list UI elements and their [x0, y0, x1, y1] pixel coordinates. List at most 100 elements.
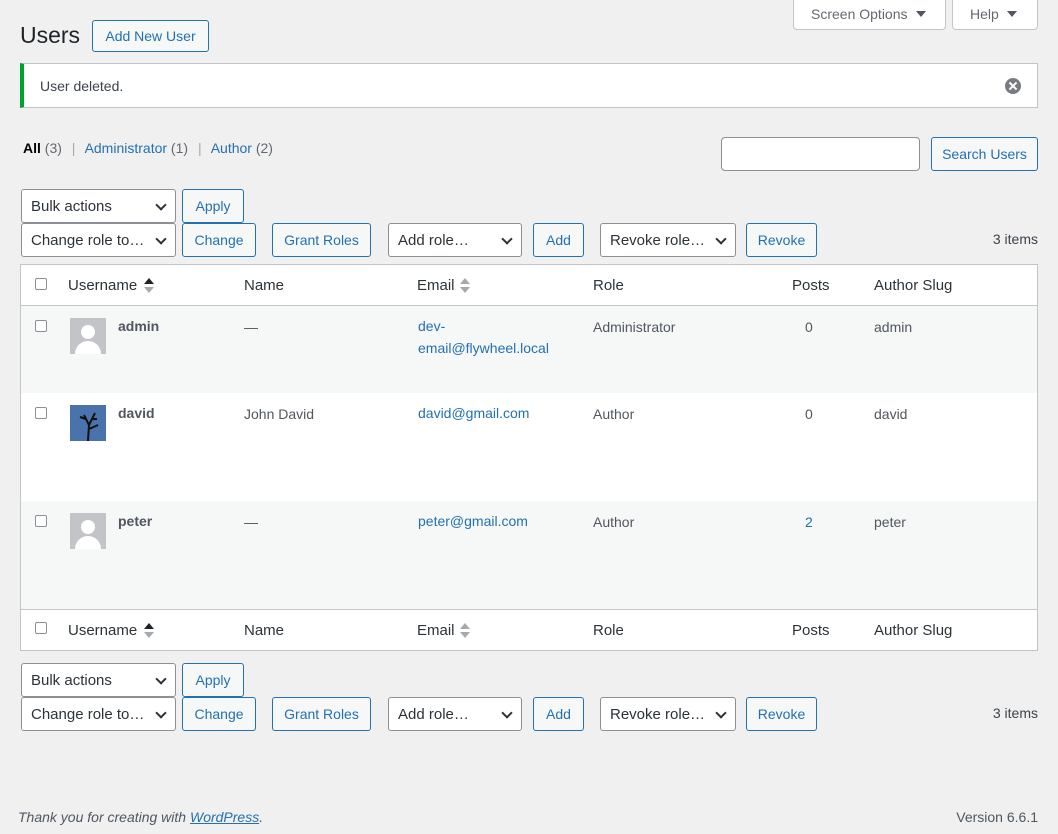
- column-email[interactable]: Email: [417, 277, 455, 294]
- success-notice: User deleted.: [20, 63, 1038, 108]
- filter-author-count: (2): [255, 140, 273, 156]
- help-tab[interactable]: Help: [952, 0, 1038, 30]
- user-email[interactable]: david@gmail.com: [418, 402, 618, 424]
- chevron-down-icon: [715, 233, 727, 245]
- sort-icon[interactable]: [144, 623, 154, 639]
- photo-avatar-icon: [70, 405, 106, 441]
- change-button-bottom[interactable]: Change: [182, 697, 256, 731]
- add-role-select[interactable]: Add role…: [388, 223, 522, 257]
- help-label: Help: [970, 6, 999, 22]
- column-username[interactable]: Username: [68, 622, 137, 639]
- bulk-actions-value: Bulk actions: [31, 197, 112, 215]
- add-button-bottom[interactable]: Add: [533, 697, 584, 731]
- table-row: admin — dev-email@flywheel.local Adminis…: [21, 306, 1037, 393]
- user-role: Author: [593, 514, 635, 530]
- change-role-select[interactable]: Change role to…: [21, 223, 176, 257]
- caret-down-icon: [1006, 11, 1017, 17]
- chevron-down-icon: [155, 707, 167, 719]
- change-role-value: Change role to…: [31, 705, 145, 723]
- add-role-value: Add role…: [398, 705, 469, 723]
- user-email[interactable]: peter@gmail.com: [418, 510, 618, 532]
- username-link[interactable]: peter: [118, 513, 152, 529]
- bulk-actions-select-bottom[interactable]: Bulk actions: [21, 663, 176, 697]
- column-username[interactable]: Username: [68, 277, 137, 294]
- row-checkbox[interactable]: [35, 515, 47, 527]
- caret-down-icon: [915, 11, 926, 17]
- revoke-button[interactable]: Revoke: [746, 223, 817, 257]
- user-email[interactable]: dev-email@flywheel.local: [418, 315, 568, 359]
- column-role: Role: [593, 277, 624, 294]
- bulk-actions-select[interactable]: Bulk actions: [21, 189, 176, 223]
- row-checkbox[interactable]: [35, 407, 47, 419]
- username-link[interactable]: david: [118, 405, 155, 421]
- chevron-down-icon: [155, 673, 167, 685]
- column-author-slug: Author Slug: [874, 622, 953, 639]
- user-email-line2: email@flywheel.local: [418, 340, 549, 356]
- search-users-input[interactable]: [721, 137, 920, 171]
- footer-thanks-prefix: Thank you for creating with: [18, 809, 190, 825]
- revoke-role-value: Revoke role…: [610, 705, 706, 723]
- search-users-button[interactable]: Search Users: [931, 137, 1038, 171]
- user-slug: peter: [874, 514, 906, 530]
- change-role-select-bottom[interactable]: Change role to…: [21, 697, 176, 731]
- avatar: [70, 318, 106, 354]
- user-name: John David: [244, 406, 315, 422]
- add-new-user-button[interactable]: Add New User: [92, 20, 209, 52]
- wordpress-link[interactable]: WordPress: [190, 809, 259, 825]
- table-header: Username Name Email Role Posts Author Sl…: [21, 265, 1037, 306]
- separator: |: [71, 140, 76, 156]
- apply-button-bottom[interactable]: Apply: [182, 663, 244, 697]
- revoke-role-value: Revoke role…: [610, 231, 706, 249]
- revoke-button-bottom[interactable]: Revoke: [746, 697, 817, 731]
- filter-all[interactable]: All: [23, 140, 41, 156]
- user-slug: david: [874, 406, 908, 422]
- user-posts-link[interactable]: 2: [805, 514, 813, 530]
- add-role-value: Add role…: [398, 231, 469, 249]
- avatar: [70, 513, 106, 549]
- change-button[interactable]: Change: [182, 223, 256, 257]
- user-email-line1: dev-: [418, 318, 446, 334]
- revoke-role-select-bottom[interactable]: Revoke role…: [600, 697, 736, 731]
- sort-icon[interactable]: [144, 278, 154, 294]
- user-name: —: [244, 514, 258, 530]
- grant-roles-button[interactable]: Grant Roles: [272, 223, 371, 257]
- items-count-bottom: 3 items: [992, 705, 1038, 721]
- footer-version: Version 6.6.1: [956, 809, 1038, 825]
- filter-administrator[interactable]: Administrator: [85, 140, 167, 156]
- page-title: Users: [20, 22, 81, 48]
- column-email[interactable]: Email: [417, 622, 455, 639]
- column-posts: Posts: [792, 277, 830, 294]
- column-role: Role: [593, 622, 624, 639]
- column-name: Name: [244, 277, 285, 294]
- filter-all-count: (3): [44, 140, 62, 156]
- user-name: —: [244, 319, 258, 335]
- bulk-actions-value: Bulk actions: [31, 671, 112, 689]
- items-count: 3 items: [992, 231, 1038, 247]
- screen-options-label: Screen Options: [811, 6, 908, 22]
- sort-icon[interactable]: [460, 623, 470, 639]
- filter-author[interactable]: Author: [211, 140, 252, 156]
- separator: |: [197, 140, 202, 156]
- grant-roles-button-bottom[interactable]: Grant Roles: [272, 697, 371, 731]
- chevron-down-icon: [715, 707, 727, 719]
- revoke-role-select[interactable]: Revoke role…: [600, 223, 736, 257]
- select-all-checkbox[interactable]: [35, 278, 47, 290]
- add-button[interactable]: Add: [533, 223, 584, 257]
- chevron-down-icon: [501, 233, 513, 245]
- select-all-checkbox[interactable]: [35, 622, 47, 634]
- footer-thanks: Thank you for creating with WordPress.: [18, 809, 263, 825]
- column-posts: Posts: [792, 622, 830, 639]
- table-row: peter — peter@gmail.com Author 2 peter: [21, 501, 1037, 609]
- chevron-down-icon: [155, 199, 167, 211]
- avatar: [70, 405, 106, 441]
- screen-options-tab[interactable]: Screen Options: [793, 0, 946, 30]
- add-role-select-bottom[interactable]: Add role…: [388, 697, 522, 731]
- row-checkbox[interactable]: [35, 320, 47, 332]
- user-role: Administrator: [593, 319, 676, 335]
- apply-button[interactable]: Apply: [182, 189, 244, 223]
- footer-thanks-suffix: .: [259, 809, 264, 825]
- username-link[interactable]: admin: [118, 318, 159, 334]
- sort-icon[interactable]: [460, 278, 470, 294]
- user-role: Author: [593, 406, 635, 422]
- dismiss-icon[interactable]: [1005, 78, 1021, 94]
